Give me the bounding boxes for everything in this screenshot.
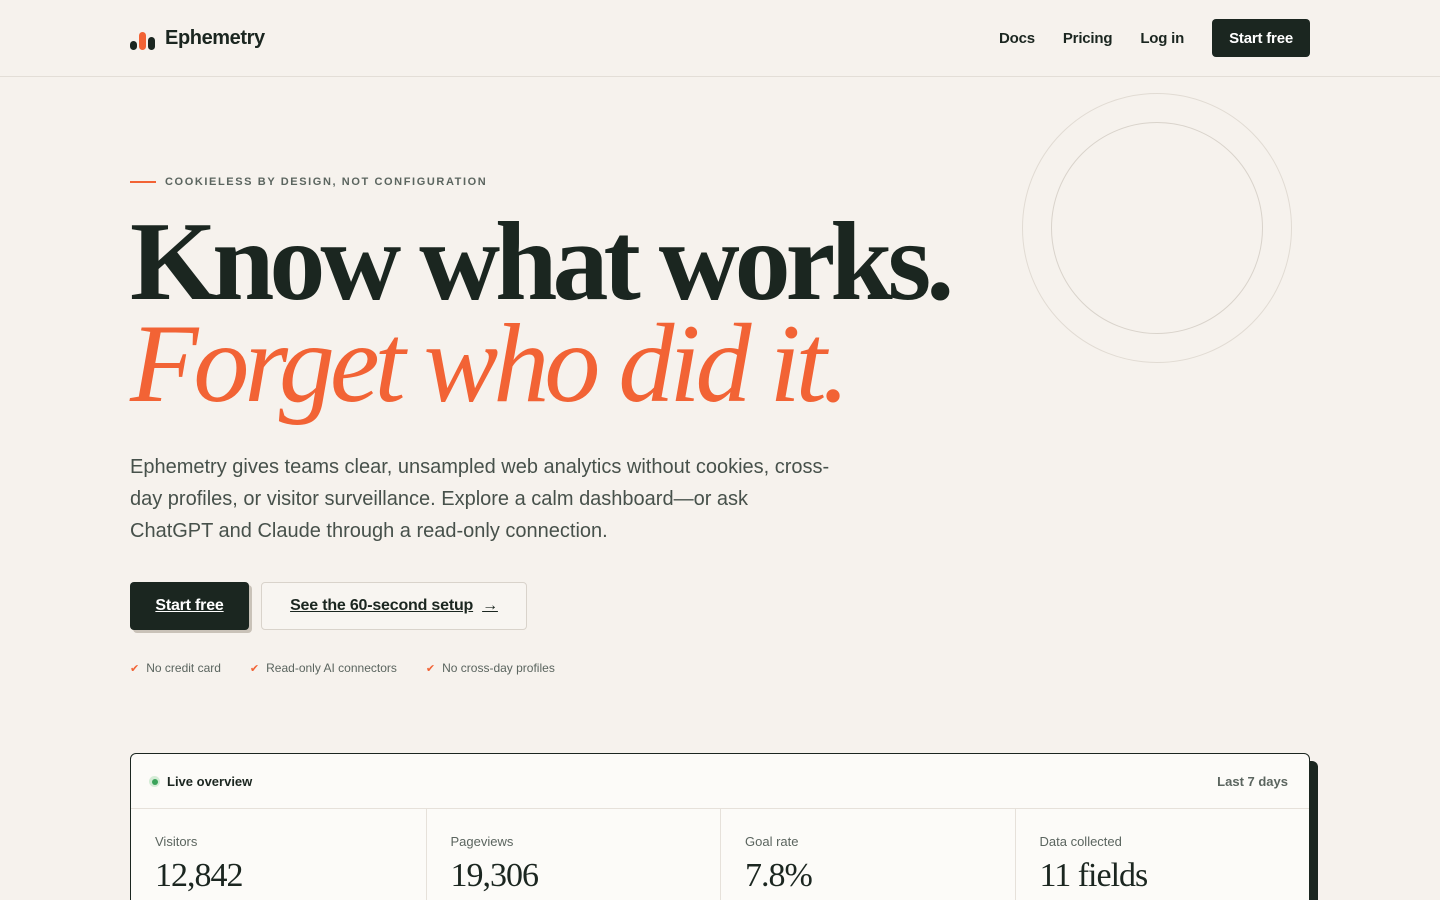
checklist-label: No cross-day profiles bbox=[442, 661, 555, 675]
live-indicator: Live overview bbox=[149, 774, 252, 789]
stat-value: 12,842 bbox=[155, 857, 243, 894]
stat-value: 11 fields bbox=[1039, 857, 1149, 894]
nav-pricing-link[interactable]: Pricing bbox=[1063, 30, 1113, 47]
main-nav: Docs Pricing Log in Start free bbox=[999, 19, 1310, 57]
site-header: Ephemetry Docs Pricing Log in Start free bbox=[0, 0, 1440, 77]
checklist-label: No credit card bbox=[146, 661, 221, 675]
stats-row: Visitors 12,842 Pageviews 19,306 Goal ra… bbox=[131, 809, 1309, 900]
brand-name: Ephemetry bbox=[165, 26, 265, 49]
checkmark-icon: ✔ bbox=[249, 662, 260, 675]
feature-checklist: ✔ No credit card ✔ Read-only AI connecto… bbox=[130, 661, 584, 675]
dashboard-title: Live overview bbox=[167, 774, 253, 789]
setup-video-button[interactable]: See the 60-second setup → bbox=[261, 582, 527, 630]
arrow-right-icon: → bbox=[482, 597, 498, 614]
stat-card-visitors: Visitors 12,842 bbox=[131, 809, 426, 900]
stat-card-goal-rate: Goal rate 7.8% bbox=[720, 809, 1015, 900]
stat-label: Data collected bbox=[1039, 834, 1122, 849]
eyebrow-text: COOKIELESS BY DESIGN, NOT CONFIGURATION bbox=[165, 176, 488, 188]
checkmark-icon: ✔ bbox=[425, 662, 436, 675]
stat-value: 19,306 bbox=[450, 857, 539, 894]
stat-label: Pageviews bbox=[450, 834, 514, 849]
checkmark-icon: ✔ bbox=[130, 662, 140, 675]
checklist-label: Read-only AI connectors bbox=[266, 661, 397, 675]
date-range-selector[interactable]: Last 7 days bbox=[1217, 774, 1288, 789]
decorative-ring-inner bbox=[1051, 122, 1263, 334]
eyebrow-rule bbox=[130, 181, 156, 183]
hero-eyebrow: COOKIELESS BY DESIGN, NOT CONFIGURATION bbox=[130, 176, 487, 188]
hero-description: Ephemetry gives teams clear, unsampled w… bbox=[130, 456, 830, 542]
live-status-dot-icon bbox=[149, 776, 160, 787]
stat-card-data-collected: Data collected 11 fields bbox=[1014, 809, 1310, 900]
stat-label: Goal rate bbox=[745, 834, 799, 849]
checklist-item: ✔ No credit card bbox=[130, 661, 221, 675]
stat-label: Visitors bbox=[155, 834, 198, 849]
dashboard-header: Live overview Last 7 days bbox=[131, 754, 1309, 809]
dashboard-preview: Live overview Last 7 days Visitors 12,84… bbox=[130, 753, 1310, 900]
hero-headline-accent: Forget who did it. bbox=[130, 302, 850, 426]
stat-card-pageviews: Pageviews 19,306 bbox=[425, 809, 721, 900]
header-start-free-button[interactable]: Start free bbox=[1212, 19, 1310, 57]
brand-logo[interactable]: Ephemetry bbox=[130, 26, 265, 50]
stat-value: 7.8% bbox=[745, 857, 813, 894]
setup-button-label: See the 60-second setup bbox=[290, 597, 474, 614]
checklist-item: ✔ Read-only AI connectors bbox=[250, 661, 397, 675]
checklist-item: ✔ No cross-day profiles bbox=[426, 661, 555, 675]
hero-start-free-button[interactable]: Start free bbox=[130, 582, 249, 630]
bars-logo-icon bbox=[130, 26, 156, 50]
nav-docs-link[interactable]: Docs bbox=[999, 30, 1035, 47]
nav-login-link[interactable]: Log in bbox=[1140, 30, 1184, 47]
